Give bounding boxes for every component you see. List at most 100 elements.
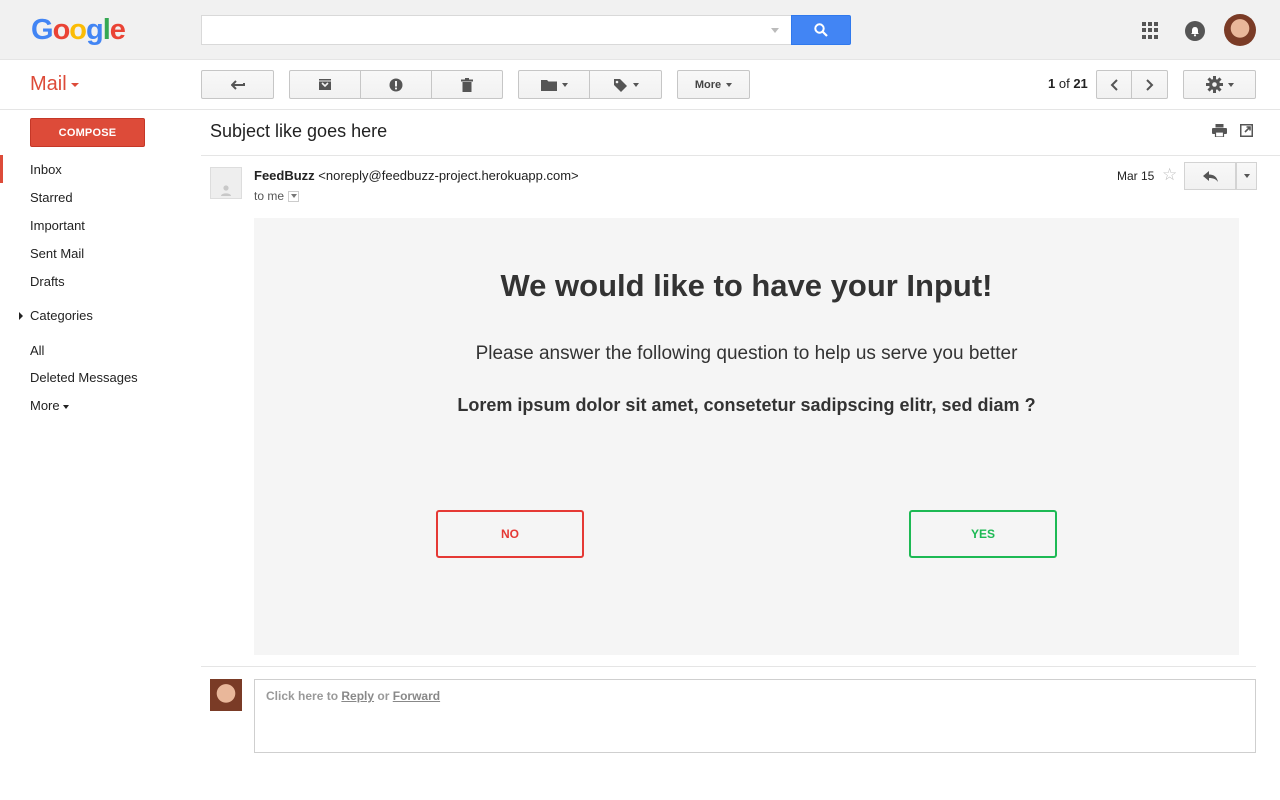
- top-bar: Google: [0, 0, 1280, 60]
- open-in-new-window-icon[interactable]: [1240, 124, 1253, 137]
- pager-current: 1: [1048, 76, 1056, 91]
- reply-more-options-button[interactable]: [1236, 162, 1257, 190]
- delete-button[interactable]: [432, 70, 503, 99]
- settings-button[interactable]: [1183, 70, 1256, 99]
- reply-prompt-prefix: Click here to: [266, 689, 339, 703]
- sender-avatar: [210, 167, 242, 199]
- expand-categories-icon[interactable]: [19, 312, 23, 320]
- label-tag-icon: [613, 78, 627, 92]
- quick-reply-box[interactable]: Click here to Reply or Forward: [254, 679, 1256, 753]
- logo-letter: G: [31, 14, 54, 46]
- sidebar-item-more[interactable]: More: [30, 398, 69, 413]
- compose-button[interactable]: COMPOSE: [30, 118, 145, 147]
- back-to-inbox-button[interactable]: [201, 70, 274, 99]
- newer-button[interactable]: [1096, 70, 1132, 99]
- sender-name[interactable]: FeedBuzz: [254, 168, 315, 183]
- organize-actions-group: [518, 70, 662, 99]
- recipient-label: to me: [254, 189, 285, 203]
- compose-label: COMPOSE: [58, 126, 117, 139]
- message-actions-group: [289, 70, 503, 99]
- message-date: Mar 15: [1117, 169, 1155, 183]
- reply-arrow-icon: [1202, 170, 1218, 182]
- chevron-down-icon: [62, 404, 69, 409]
- more-actions-label: More: [694, 78, 722, 91]
- sidebar-item-sent-mail[interactable]: Sent Mail: [30, 246, 84, 261]
- labels-button[interactable]: [590, 70, 662, 99]
- default-person-icon: [221, 185, 231, 196]
- star-icon[interactable]: ☆: [1162, 165, 1177, 185]
- more-actions-button[interactable]: More: [677, 70, 750, 99]
- email-heading: We would like to have your Input!: [500, 268, 993, 303]
- sidebar-item-inbox[interactable]: Inbox: [30, 162, 62, 177]
- chevron-down-icon: [561, 82, 568, 87]
- sidebar-item-important[interactable]: Important: [30, 218, 85, 233]
- apps-grid-icon[interactable]: [1142, 22, 1159, 39]
- pager-of: of: [1058, 76, 1070, 91]
- trash-icon: [461, 77, 473, 92]
- search-icon: [814, 23, 828, 37]
- move-to-button[interactable]: [518, 70, 590, 99]
- chevron-left-icon: [1110, 78, 1118, 91]
- notifications-bell-icon[interactable]: [1185, 21, 1205, 41]
- message-subject: Subject like goes here: [210, 121, 388, 141]
- chevron-down-icon: [1243, 174, 1250, 178]
- sender-line: FeedBuzz <noreply@feedbuzz-project.herok…: [254, 168, 579, 183]
- older-button[interactable]: [1132, 70, 1168, 99]
- answer-yes-label: YES: [970, 527, 995, 541]
- email-subheading: Please answer the following question to …: [475, 343, 1018, 364]
- answer-no-label: NO: [501, 527, 519, 541]
- sidebar-item-all[interactable]: All: [30, 343, 44, 358]
- recipient-line: to me: [254, 189, 300, 203]
- forward-link[interactable]: Forward: [393, 689, 440, 703]
- mail-label: Mail: [30, 73, 67, 95]
- sender-email: <noreply@feedbuzz-project.herokuapp.com>: [318, 168, 579, 183]
- mail-app-switcher[interactable]: Mail: [30, 73, 79, 96]
- toolbar-divider: [0, 109, 1280, 110]
- reply-divider: [201, 666, 1256, 667]
- sidebar-more-label: More: [30, 398, 60, 413]
- sidebar-item-drafts[interactable]: Drafts: [30, 274, 65, 289]
- survey-question: Lorem ipsum dolor sit amet, consetetur s…: [457, 395, 1036, 415]
- show-details-button[interactable]: [288, 190, 300, 202]
- sidebar-item-categories[interactable]: Categories: [30, 308, 93, 323]
- search-options-caret-icon[interactable]: [771, 28, 779, 33]
- google-logo[interactable]: Google: [31, 14, 126, 47]
- sidebar-item-deleted-messages[interactable]: Deleted Messages: [30, 370, 138, 385]
- reply-actions-group: [1184, 162, 1257, 190]
- logo-letter: e: [109, 14, 126, 46]
- answer-yes-button[interactable]: YES: [909, 510, 1057, 558]
- folder-icon: [540, 79, 557, 91]
- archive-button[interactable]: [289, 70, 361, 99]
- report-spam-icon: [389, 78, 403, 91]
- print-icon[interactable]: [1212, 124, 1227, 137]
- reply-link[interactable]: Reply: [341, 689, 374, 703]
- chevron-down-icon: [1227, 82, 1234, 87]
- search-input[interactable]: [201, 15, 791, 45]
- account-avatar[interactable]: [1224, 14, 1256, 46]
- sidebar-item-starred[interactable]: Starred: [30, 190, 73, 205]
- report-spam-button[interactable]: [361, 70, 432, 99]
- reply-prompt-or: or: [377, 689, 390, 703]
- pagination-status: 1 of 21: [1048, 76, 1088, 91]
- bell-icon: [1191, 26, 1199, 36]
- pager-total: 21: [1073, 76, 1088, 91]
- logo-letter: o: [69, 14, 87, 46]
- chevron-down-icon: [290, 194, 297, 198]
- back-arrow-icon: [230, 79, 245, 90]
- logo-letter: o: [52, 14, 71, 46]
- logo-letter: g: [86, 14, 104, 46]
- search-button[interactable]: [791, 15, 851, 45]
- user-avatar: [210, 679, 242, 711]
- email-body-card: We would like to have your Input! Please…: [254, 218, 1239, 655]
- logo-letter: l: [102, 14, 111, 46]
- gear-icon: [1205, 76, 1223, 93]
- subject-actions: [1212, 124, 1253, 137]
- answer-no-button[interactable]: NO: [436, 510, 584, 558]
- subject-divider: [201, 155, 1280, 156]
- chevron-down-icon: [70, 82, 79, 87]
- archive-icon: [319, 79, 331, 90]
- chevron-down-icon: [632, 82, 639, 87]
- reply-button[interactable]: [1184, 162, 1236, 190]
- chevron-right-icon: [1145, 78, 1153, 91]
- pagination-buttons: [1096, 70, 1168, 99]
